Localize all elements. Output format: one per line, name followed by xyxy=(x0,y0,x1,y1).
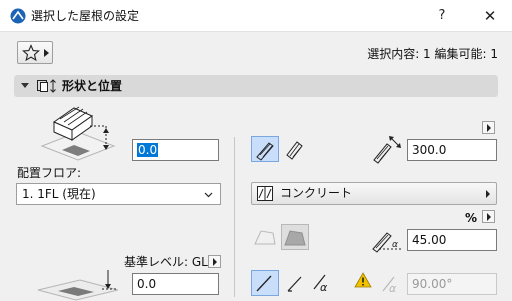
pitch-input[interactable]: 45.00 xyxy=(407,229,497,251)
floor-select-value: 1. 1FL (現在) xyxy=(22,187,96,201)
offset-input[interactable]: 0.0 xyxy=(132,273,219,295)
thickness-perpendicular-button[interactable] xyxy=(281,136,309,162)
roof-solid-button[interactable] xyxy=(281,224,309,250)
svg-text:α: α xyxy=(389,282,397,295)
percent-label: % xyxy=(465,211,478,225)
height-value: 300.0 xyxy=(412,143,447,157)
roof-height-icon xyxy=(373,136,401,164)
edge-angle-input[interactable]: 90.00° xyxy=(407,273,497,295)
pitch-value: 45.00 xyxy=(412,233,447,247)
dropdown-arrow-icon xyxy=(44,49,49,57)
thickness-input[interactable]: 0.0 xyxy=(132,139,219,161)
svg-text:α: α xyxy=(392,240,398,250)
pitch-unit-menu-button[interactable] xyxy=(482,210,495,223)
star-icon xyxy=(22,44,40,62)
pitch-angle-icon: α xyxy=(372,232,401,253)
favorites-button[interactable] xyxy=(17,41,53,64)
roof-thickness-diagram xyxy=(40,106,116,161)
material-label: コンクリート xyxy=(280,186,353,200)
close-button[interactable]: ✕ xyxy=(470,0,510,32)
column-divider xyxy=(234,137,235,297)
thickness-vertical-button[interactable] xyxy=(251,136,279,162)
edge-angle-disabled-icon: α xyxy=(382,276,397,295)
building-material-icon xyxy=(257,186,273,201)
roof-plane-icon xyxy=(254,230,276,245)
archicad-app-icon xyxy=(10,8,26,24)
section-title: 形状と位置 xyxy=(62,79,123,93)
edge-vertical-button[interactable] xyxy=(251,270,279,296)
edge-vertical-icon xyxy=(256,275,272,292)
roof-solid-icon xyxy=(284,230,306,246)
edge-angle-value: 90.00° xyxy=(412,277,453,291)
edge-custom-angle-icon[interactable]: α xyxy=(311,270,335,294)
roof-slab-vertical-icon xyxy=(256,142,274,161)
svg-text:α: α xyxy=(320,281,328,294)
material-arrow-icon xyxy=(486,190,490,198)
offset-value: 0.0 xyxy=(137,277,157,291)
floor-label: 配置フロア: xyxy=(17,166,82,180)
section-header-shape-position[interactable]: 形状と位置 xyxy=(14,75,498,97)
reference-level-menu-button[interactable] xyxy=(208,255,221,268)
floor-select[interactable]: 1. 1FL (現在) xyxy=(16,183,221,205)
chevron-down-icon xyxy=(204,192,213,198)
edge-perpendicular-icon[interactable] xyxy=(285,272,307,294)
thickness-value: 0.0 xyxy=(137,143,159,157)
height-input[interactable]: 300.0 xyxy=(407,139,497,161)
reference-level-diagram xyxy=(37,270,119,301)
reference-level-label: 基準レベル: GL xyxy=(124,255,208,269)
collapse-triangle-icon xyxy=(21,83,29,88)
help-button[interactable]: ? xyxy=(422,0,462,32)
selection-info: 選択内容: 1 編集可能: 1 xyxy=(367,47,498,61)
height-menu-button[interactable] xyxy=(482,121,495,134)
shape-position-icon xyxy=(37,79,56,93)
title-bar: 選択した屋根の設定 ? ✕ xyxy=(0,0,512,32)
window-title: 選択した屋根の設定 xyxy=(31,9,140,23)
roof-slab-perpendicular-icon xyxy=(286,141,303,160)
warning-icon xyxy=(354,272,372,288)
material-selector[interactable]: コンクリート xyxy=(251,182,497,205)
